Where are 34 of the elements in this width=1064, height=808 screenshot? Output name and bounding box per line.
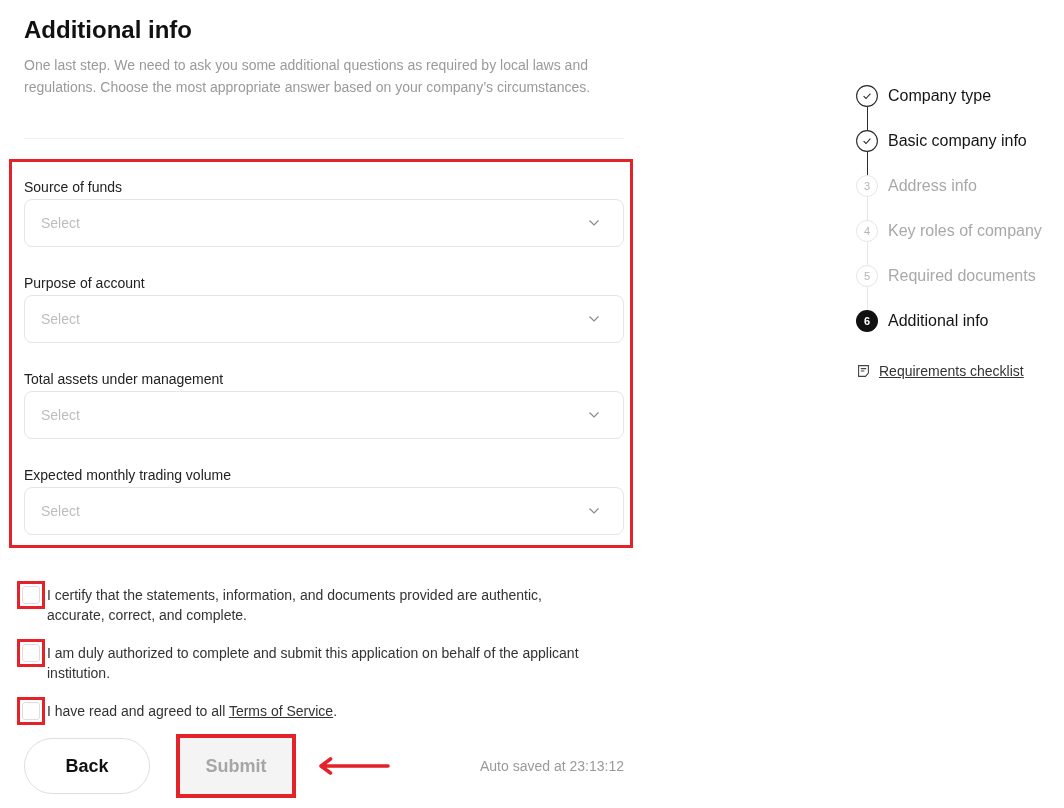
select-field[interactable]: Select	[24, 295, 624, 343]
chevron-down-icon	[589, 412, 599, 418]
step-label: Additional info	[888, 311, 989, 331]
checkbox[interactable]	[22, 644, 40, 662]
step-label: Company type	[888, 86, 992, 106]
agreement-text: I certify that the statements, information, and documents provided are authentic, accurate, correct, and complete.	[47, 586, 543, 625]
checklist-link[interactable]: Requirements checklist	[856, 361, 1024, 381]
step-number: 6	[856, 310, 878, 332]
field-label: Expected monthly trading volume	[24, 466, 232, 485]
back-button[interactable]: Back	[24, 738, 150, 794]
autosave-status: Auto saved at 23:13:12	[480, 758, 624, 774]
field-label: Total assets under management	[24, 370, 225, 389]
terms-link[interactable]: Terms of Service	[228, 703, 334, 719]
step-label: Basic company info	[888, 131, 1027, 151]
chevron-down-icon	[589, 220, 599, 226]
agreement-text: I have read and agreed to all Terms of Service.	[47, 702, 338, 721]
chevron-down-icon	[589, 316, 599, 322]
field-label: Source of funds	[24, 178, 124, 197]
select-field[interactable]: Select	[24, 487, 624, 535]
step-label: Key roles of company	[888, 221, 1042, 241]
page-description: One last step. We need to ask you some additional questions as required by local laws and regulations. Choose the most appropriate answer based on your company’s circumstances.	[24, 56, 592, 97]
step-connector	[866, 152, 868, 175]
page-title: Additional info	[24, 15, 193, 45]
step-label: Address info	[888, 176, 977, 196]
field-label: Purpose of account	[24, 274, 146, 293]
agreement-text: I am duly authorized to complete and submit this application on behalf of the applicant institution.	[47, 644, 580, 683]
step-connector	[866, 107, 868, 130]
document-icon	[858, 365, 869, 377]
checkbox[interactable]	[22, 702, 40, 720]
checkbox[interactable]	[22, 586, 40, 604]
select-field[interactable]: Select	[24, 199, 624, 247]
chevron-down-icon	[589, 508, 599, 514]
step-label: Required documents	[888, 266, 1036, 286]
select-field[interactable]: Select	[24, 391, 624, 439]
